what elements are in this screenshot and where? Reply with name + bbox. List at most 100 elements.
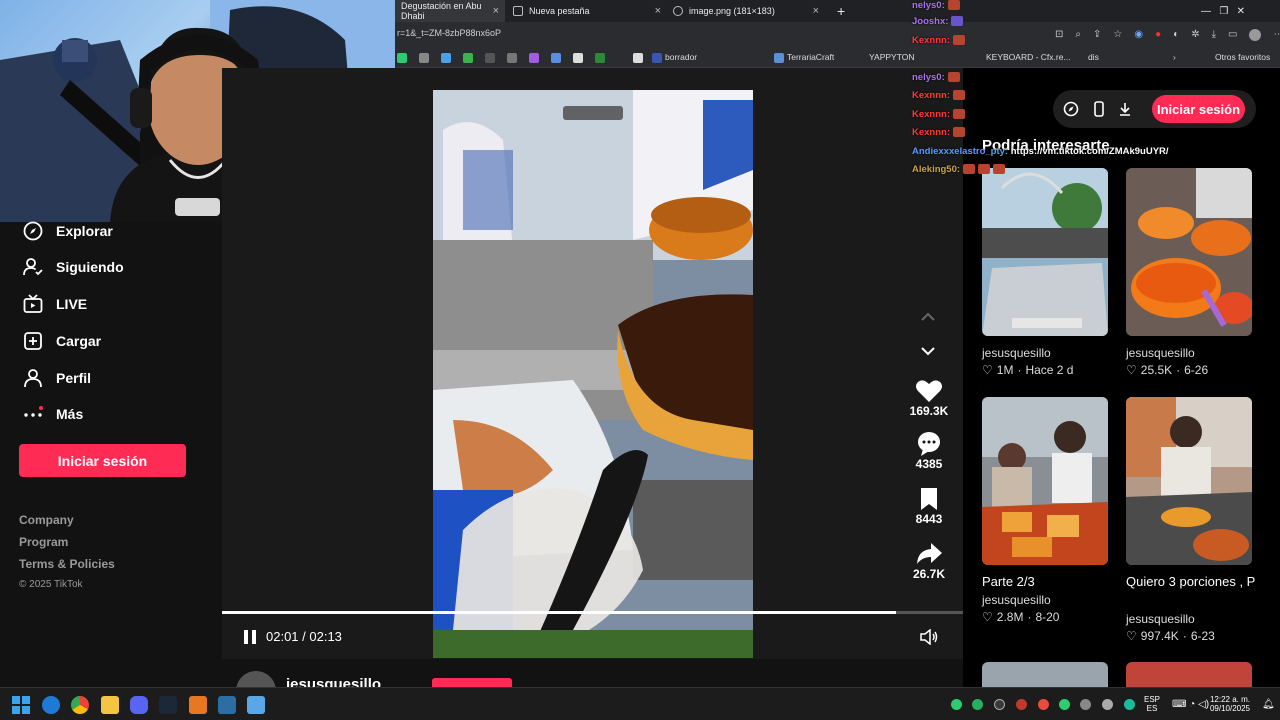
extension-icon[interactable]: ◉: [1134, 29, 1143, 41]
bookmark-icon[interactable]: [551, 53, 561, 63]
tray-icon[interactable]: [1102, 699, 1113, 710]
card-username[interactable]: jesusquesillo: [982, 346, 1051, 360]
steam-icon[interactable]: [159, 696, 177, 714]
tray-icon[interactable]: [972, 699, 983, 710]
bookmark-dis[interactable]: dis: [1088, 52, 1099, 62]
bookmark-keyboard[interactable]: KEYBOARD - Cfx.re...: [986, 52, 1071, 62]
address-bar[interactable]: r=1&_t=ZM-8zbP88nx6oP ⊡ ⌕ ⇪ ☆ ◉ ● ◐ ✲ ⤓ …: [395, 22, 1280, 48]
menu-icon[interactable]: ⋯: [1273, 29, 1280, 41]
login-button[interactable]: Iniciar sesión: [19, 444, 186, 477]
card-username[interactable]: jesusquesillo: [982, 593, 1051, 607]
sidebar-item-siguiendo[interactable]: Siguiendo: [22, 256, 124, 278]
zoom-icon[interactable]: ⌕: [1075, 29, 1081, 41]
bookmark-borrador[interactable]: borrador: [665, 52, 697, 62]
bookmark-icon[interactable]: [441, 53, 451, 63]
edge-icon[interactable]: [42, 696, 60, 714]
video-card-thumbnail[interactable]: [1126, 662, 1252, 687]
bookmark-other-favorites[interactable]: Otros favoritos: [1215, 52, 1270, 62]
chevron-up-icon[interactable]: [920, 311, 936, 323]
discord-icon[interactable]: [130, 696, 148, 714]
video-card-thumbnail[interactable]: [1126, 397, 1252, 565]
folder-icon[interactable]: [101, 696, 119, 714]
bookmark-icon[interactable]: [419, 53, 429, 63]
card-username[interactable]: jesusquesillo: [1126, 612, 1195, 626]
close-icon[interactable]: ×: [493, 5, 499, 17]
sidebar-item-cargar[interactable]: Cargar: [22, 330, 101, 352]
bookmark-icon[interactable]: [463, 53, 473, 63]
like-button[interactable]: 169.3K: [905, 378, 953, 418]
extension-icon[interactable]: ●: [1155, 29, 1161, 41]
url-text[interactable]: r=1&_t=ZM-8zbP88nx6oP: [397, 28, 501, 38]
tray-icon[interactable]: [1038, 699, 1049, 710]
download-icon[interactable]: ⤓: [1212, 29, 1216, 41]
window-controls[interactable]: — ❐ ✕: [1195, 0, 1251, 22]
puzzle-icon[interactable]: ✲: [1191, 29, 1199, 41]
share-button[interactable]: 26.7K: [905, 541, 953, 581]
pip-controls[interactable]: [563, 106, 623, 120]
share-icon[interactable]: ⇪: [1093, 29, 1101, 41]
comment-button[interactable]: 4385: [905, 431, 953, 471]
bookmark-icon[interactable]: [507, 53, 517, 63]
bookmark-icon[interactable]: [652, 53, 662, 63]
tab-image[interactable]: image.png (181×183) ×: [667, 0, 825, 22]
tray-icon[interactable]: [1016, 699, 1027, 710]
bookmark-icon[interactable]: [529, 53, 539, 63]
video-card-thumbnail[interactable]: [982, 397, 1108, 565]
save-button[interactable]: 8443: [905, 486, 953, 526]
video-player[interactable]: [433, 90, 753, 658]
video-card-thumbnail[interactable]: [982, 168, 1108, 336]
app-icon[interactable]: [189, 696, 207, 714]
phone-icon[interactable]: [1091, 101, 1107, 117]
bookmark-icon[interactable]: [485, 53, 495, 63]
install-icon[interactable]: ⊡: [1055, 29, 1063, 41]
tray-icon[interactable]: [994, 699, 1005, 710]
sidebar-item-perfil[interactable]: Perfil: [22, 367, 91, 389]
footer-company-link[interactable]: Company: [19, 513, 74, 527]
tab-new[interactable]: Nueva pestaña ×: [507, 0, 667, 22]
chrome-icon[interactable]: [71, 696, 89, 714]
bookmark-icon[interactable]: [595, 53, 605, 63]
card-title[interactable]: Parte 2/3: [982, 574, 1112, 589]
compass-icon[interactable]: [1063, 101, 1079, 117]
sidebar-item-live[interactable]: LIVE: [22, 293, 87, 315]
star-icon[interactable]: ☆: [1113, 29, 1122, 41]
sidebar-item-explorar[interactable]: Explorar: [22, 220, 113, 242]
sidebar-icon[interactable]: ▭: [1228, 29, 1237, 41]
app-icon[interactable]: [247, 696, 265, 714]
tray-icon[interactable]: [1124, 699, 1135, 710]
new-tab-button[interactable]: +: [831, 0, 851, 22]
card-title[interactable]: Quiero 3 porciones , Pero yo mismo la...: [1126, 574, 1256, 589]
clock[interactable]: 12:22 a. m. 09/10/2025: [1205, 695, 1255, 713]
card-username[interactable]: jesusquesillo: [1126, 346, 1195, 360]
tray-icon[interactable]: [1059, 699, 1070, 710]
language-indicator[interactable]: ESP ES: [1142, 695, 1162, 713]
bookmark-icon[interactable]: [774, 53, 784, 63]
bookmark-icon[interactable]: [397, 53, 407, 63]
footer-terms-link[interactable]: Terms & Policies: [19, 557, 115, 571]
bookmark-terrariacraft[interactable]: TerrariaCraft: [787, 52, 834, 62]
video-card-thumbnail[interactable]: [982, 662, 1108, 687]
video-card-thumbnail[interactable]: [1126, 168, 1252, 336]
tray-icon[interactable]: [951, 699, 962, 710]
pause-icon[interactable]: [242, 629, 258, 645]
close-icon[interactable]: ×: [813, 5, 819, 17]
bookmark-icon[interactable]: [633, 53, 643, 63]
download-icon[interactable]: [1117, 101, 1133, 117]
chevron-right-icon[interactable]: ›: [1173, 52, 1176, 62]
bookmark-icon[interactable]: [573, 53, 583, 63]
system-tray-icons[interactable]: ⌨ ◔ ◁): [1172, 699, 1209, 710]
close-icon[interactable]: ×: [655, 5, 661, 17]
footer-program-link[interactable]: Program: [19, 535, 68, 549]
sidebar-item-mas[interactable]: Más: [22, 403, 83, 425]
bookmark-yappyton[interactable]: YAPPYTON: [869, 52, 915, 62]
login-button[interactable]: Iniciar sesión: [1152, 95, 1245, 123]
chevron-down-icon[interactable]: [920, 345, 936, 357]
vscode-icon[interactable]: [218, 696, 236, 714]
profile-avatar[interactable]: [1249, 29, 1262, 41]
tray-icon[interactable]: [1080, 699, 1091, 710]
windows-start-icon[interactable]: [12, 696, 30, 714]
volume-icon[interactable]: [920, 629, 938, 645]
notification-icon[interactable]: 🔔︎: [1262, 699, 1275, 710]
tab-active[interactable]: Degustación en Abu Dhabi ×: [395, 0, 505, 22]
extension-icon[interactable]: ◐: [1173, 29, 1179, 41]
